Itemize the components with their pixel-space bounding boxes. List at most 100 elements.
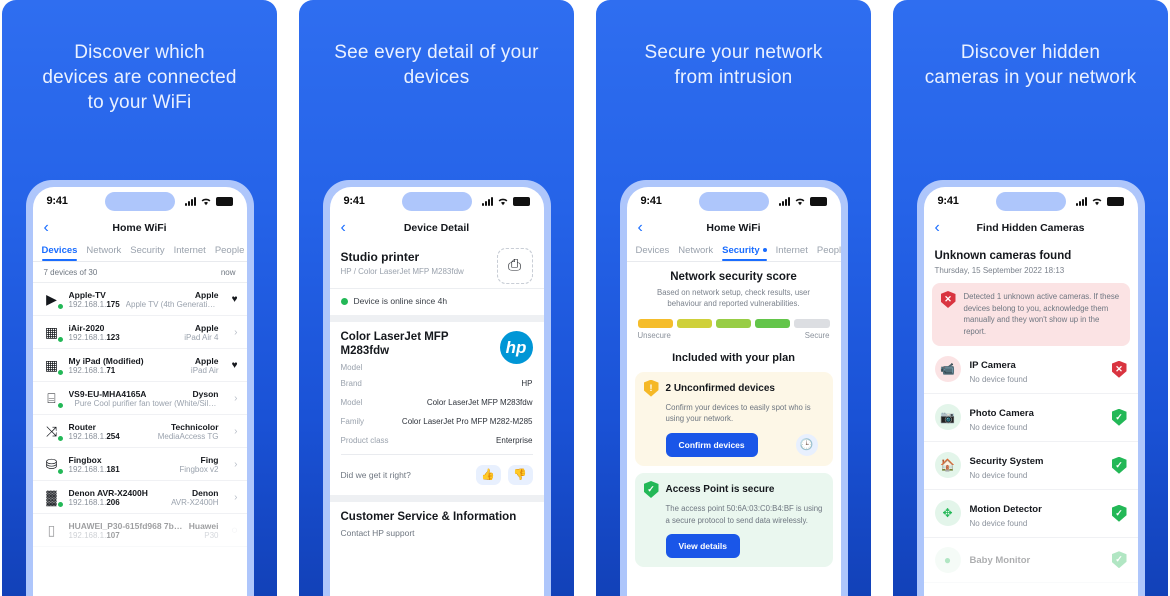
- device-name: My iPad (Modified): [68, 355, 144, 366]
- tab-security[interactable]: Security: [722, 245, 767, 261]
- online-text: Device is online since 4h: [353, 296, 448, 306]
- chevron-right-icon[interactable]: ›: [226, 459, 237, 470]
- tab-strip-3: Devices Network Security Internet Peopl: [627, 241, 841, 261]
- thumbs-up-icon[interactable]: 👍: [475, 464, 501, 485]
- list-item[interactable]: ✥ Motion Detector No device found ✓: [923, 490, 1138, 538]
- page-title: Home WiFi: [112, 222, 167, 234]
- device-type-icon: ⛁: [42, 454, 64, 475]
- device-online-status: Device is online since 4h: [329, 288, 544, 315]
- device-ip: 192.168.1.206: [68, 497, 120, 507]
- scan-result-title: Unknown cameras found: [934, 250, 1072, 262]
- section-separator: [329, 494, 544, 502]
- device-model: iPad Air: [190, 365, 219, 375]
- device-brand: Denon: [192, 487, 219, 498]
- tab-internet[interactable]: Internet: [174, 245, 206, 261]
- tab-people[interactable]: Peopl: [817, 245, 841, 261]
- wifi-icon: [498, 198, 507, 206]
- tab-security[interactable]: Security: [130, 245, 164, 261]
- security-alert-dot-icon: [762, 248, 767, 253]
- spec-row: Product class Enterprise: [330, 431, 544, 450]
- device-model: iPad Air 4: [184, 332, 219, 342]
- card-title: 2 Unconfirmed devices: [665, 382, 775, 394]
- cellular-signal-icon: [184, 197, 196, 206]
- feedback-question: Did we get it right?: [340, 469, 411, 480]
- table-row[interactable]: ⌸ VS9-EU-MHA4165A Dyson Pure Cool purifier …: [32, 382, 247, 415]
- device-brand: Technicolor: [170, 421, 219, 432]
- list-item[interactable]: 📷 Photo Camera No device found ✓: [923, 394, 1138, 442]
- status-time: 9:41: [46, 195, 68, 207]
- loading-spinner-icon[interactable]: ◌: [226, 525, 238, 536]
- confirm-devices-button[interactable]: Confirm devices: [665, 432, 758, 457]
- battery-icon: [1106, 197, 1124, 206]
- chevron-right-icon[interactable]: ›: [226, 327, 237, 338]
- chevron-right-icon[interactable]: ›: [226, 393, 237, 404]
- device-name: Denon AVR-X2400H: [68, 487, 148, 498]
- section-separator: [329, 315, 544, 322]
- dynamic-island: [995, 192, 1066, 211]
- tab-devices[interactable]: Devices: [41, 245, 77, 261]
- tab-devices[interactable]: Devices: [636, 245, 670, 261]
- camera-type-name: Photo Camera: [969, 407, 1034, 419]
- device-name: HUAWEI_P30-615fd968 7bc8ce: [68, 520, 183, 531]
- thumbs-down-icon[interactable]: 👎: [507, 464, 533, 485]
- table-row[interactable]: ▓ Denon AVR-X2400H Denon 192.168.1.206 AVR-X…: [32, 481, 247, 514]
- chevron-right-icon[interactable]: ›: [226, 426, 237, 437]
- card-body: The access point 50:6A:03:C0:B4:BF is us…: [665, 503, 823, 525]
- chevron-right-icon[interactable]: ›: [226, 492, 237, 503]
- status-time: 9:41: [640, 195, 662, 207]
- score-segment: [676, 318, 712, 328]
- secure-shield-icon: ✓: [1111, 551, 1127, 569]
- page-title: Home WiFi: [706, 222, 761, 234]
- table-row[interactable]: ▦ My iPad (Modified) Apple 192.168.1.71 iPad…: [32, 349, 247, 382]
- model-label: Model: [340, 362, 363, 372]
- printer-icon: ⎙: [496, 248, 533, 284]
- view-details-button[interactable]: View details: [665, 534, 741, 559]
- list-item[interactable]: 🏠 Security System No device found ✓: [923, 442, 1138, 490]
- device-count: 7 devices of 30: [43, 268, 98, 277]
- list-item[interactable]: ● Baby Monitor ✓: [923, 538, 1138, 583]
- tab-strip-1: Devices Network Security Internet People: [33, 241, 247, 261]
- score-segment: [794, 318, 830, 328]
- spec-value: Color LaserJet Pro MFP M282-M285: [401, 416, 533, 426]
- app-screenshot-panel-3: Secure your network from intrusion 9:41 …: [596, 0, 871, 596]
- phone-mockup-2: 9:41 ‹ Device Detail Studio printer HP /…: [322, 180, 551, 596]
- app-screenshot-panel-1: Discover which devices are connected to …: [2, 0, 277, 596]
- unknown-camera-alert: ✕ Detected 1 unknown active cameras. If …: [931, 283, 1130, 346]
- alert-text: Detected 1 unknown active cameras. If th…: [963, 292, 1120, 337]
- table-row[interactable]: ▦ iAir-2020 Apple 192.168.1.123 iPad Air 4 ›: [32, 316, 247, 349]
- tab-internet[interactable]: Internet: [776, 245, 808, 261]
- table-row[interactable]: ▶ Apple-TV Apple 192.168.1.175 Apple TV (4th…: [32, 283, 247, 316]
- tab-people[interactable]: People: [215, 245, 245, 261]
- device-brand: Apple: [194, 355, 219, 366]
- device-model: MediaAccess TG: [157, 431, 219, 441]
- table-row[interactable]: ⛁ Fingbox Fing 192.168.1.181 Fingbox v2 ›: [32, 448, 247, 481]
- alert-shield-icon: ✕: [1111, 360, 1127, 378]
- camera-status: No device found: [969, 470, 1028, 480]
- snooze-clock-icon[interactable]: 🕒: [795, 433, 818, 456]
- tab-network[interactable]: Network: [86, 245, 121, 261]
- scan-timestamp: Thursday, 15 September 2022 18:13: [934, 266, 1065, 275]
- device-brand: Apple: [194, 322, 219, 333]
- phone-mockup-3: 9:41 ‹ Home WiFi Devices Network Securit…: [619, 180, 848, 596]
- score-segment: [637, 318, 673, 328]
- tab-network[interactable]: Network: [678, 245, 713, 261]
- support-title: Customer Service & Information: [340, 510, 517, 523]
- online-status-dot-icon: [56, 501, 64, 508]
- camera-status: No device found: [969, 374, 1028, 384]
- dynamic-island: [104, 192, 175, 211]
- list-item[interactable]: 📹 IP Camera No device found ✕: [923, 346, 1138, 394]
- table-row[interactable]: ▯ HUAWEI_P30-615fd968 7bc8ce Huawei 192.168…: [32, 514, 247, 547]
- device-list: ▶ Apple-TV Apple 192.168.1.175 Apple TV (4th…: [32, 283, 247, 547]
- spec-row: Model Color LaserJet MFP M283fdw: [330, 393, 544, 412]
- card-body: Confirm your devices to easily spot who …: [665, 402, 811, 424]
- favorite-heart-icon[interactable]: ♥: [226, 294, 238, 305]
- table-row[interactable]: ⤨ Router Technicolor 192.168.1.254 MediaAcce…: [32, 415, 247, 448]
- nav-bar: ‹ Home WiFi: [627, 215, 841, 241]
- favorite-heart-icon[interactable]: ♥: [226, 360, 238, 371]
- device-ip: 192.168.1.71: [68, 365, 116, 375]
- device-ip: 192.168.1.107: [68, 530, 120, 540]
- wifi-icon: [795, 198, 804, 206]
- support-subtitle: Contact HP support: [340, 527, 415, 538]
- camera-status: No device found: [969, 518, 1028, 528]
- device-header: Studio printer HP / Color LaserJet MFP M…: [330, 241, 544, 288]
